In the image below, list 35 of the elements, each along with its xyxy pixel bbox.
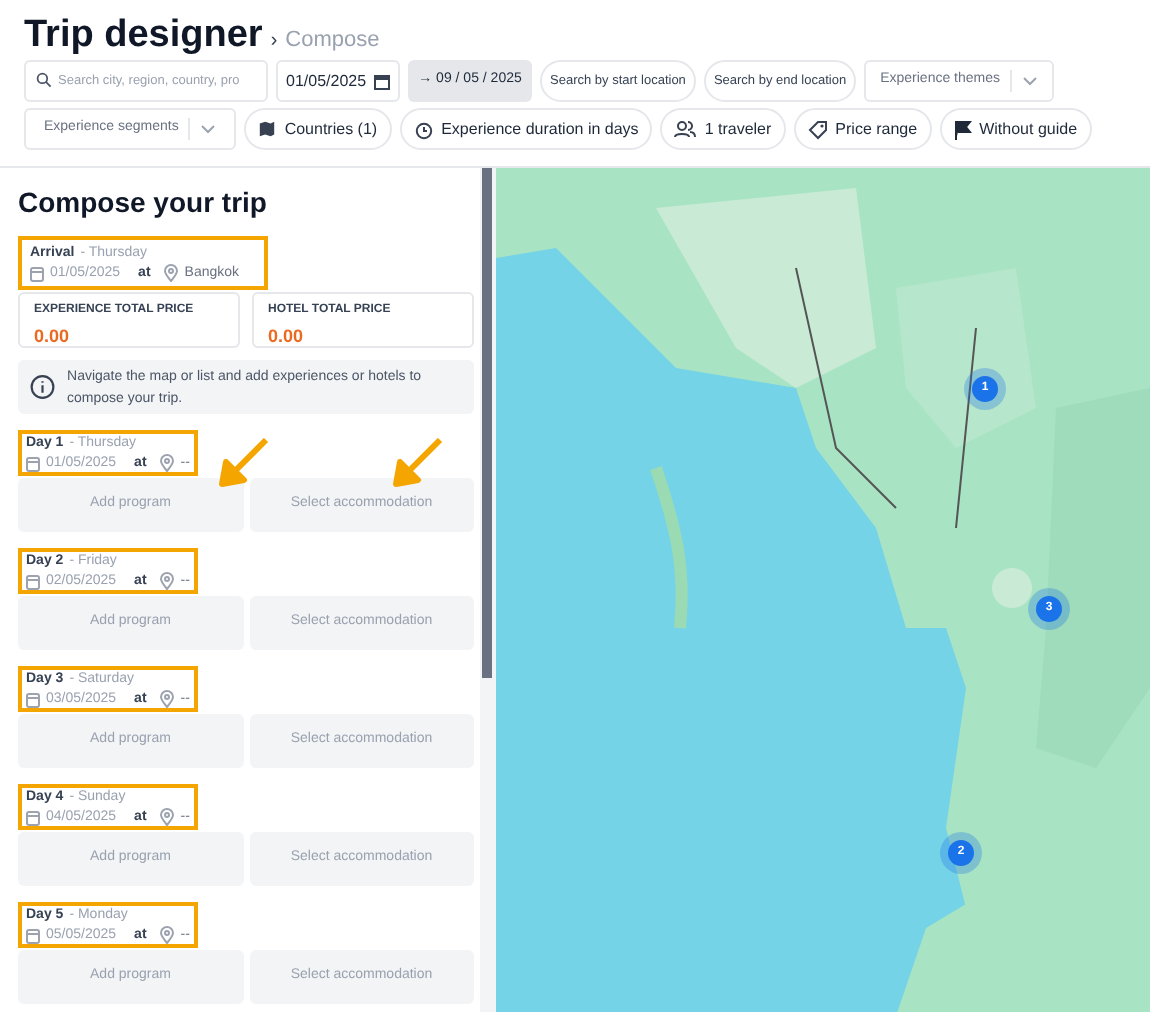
map-icon xyxy=(258,120,277,138)
calendar-icon xyxy=(26,455,40,471)
filter-chip[interactable]: Price range xyxy=(793,108,932,150)
pin-icon xyxy=(160,454,175,472)
calendar-icon xyxy=(26,809,40,825)
date-field[interactable]: 01/05/2025 xyxy=(276,60,400,102)
scrollbar[interactable] xyxy=(480,168,496,1012)
pin-icon xyxy=(160,808,175,826)
caret-icon xyxy=(200,124,217,134)
pin-icon xyxy=(164,264,179,282)
caret-icon xyxy=(1022,76,1038,86)
alarm-clock-icon xyxy=(413,119,434,139)
calendar-icon xyxy=(26,691,40,707)
filter-chip[interactable]: Countries (1) xyxy=(244,108,392,150)
calendar-icon xyxy=(30,265,44,281)
calendar-icon xyxy=(374,73,390,89)
price-value: 0.00 xyxy=(268,324,306,350)
breadcrumb[interactable]: Compose xyxy=(285,24,380,57)
filter-chip[interactable]: 1 traveler xyxy=(660,108,786,150)
calendar-icon xyxy=(26,573,40,589)
price-value: 0.00 xyxy=(34,324,72,350)
filter-chip[interactable]: Without guide xyxy=(939,108,1092,150)
tag-icon xyxy=(807,119,828,139)
pin-icon xyxy=(160,572,175,590)
chevron-icon: › xyxy=(270,26,278,56)
search-icon xyxy=(36,72,52,88)
info-icon xyxy=(30,372,56,402)
pin-icon xyxy=(160,926,175,944)
filter-chip[interactable]: Experience duration in days xyxy=(399,108,653,150)
panel-title: Compose your trip xyxy=(18,186,269,218)
page-title: Trip designer xyxy=(24,12,263,60)
pin-icon xyxy=(160,690,175,708)
people-icon xyxy=(674,120,697,138)
calendar-icon xyxy=(26,927,40,943)
flag-icon xyxy=(953,119,972,139)
